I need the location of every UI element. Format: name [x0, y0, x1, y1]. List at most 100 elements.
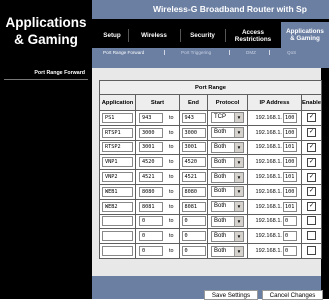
enable-cell: ✓ [300, 198, 323, 215]
start-port-input[interactable]: 4520 [139, 157, 163, 168]
application-name-input[interactable]: RTSP1 [102, 127, 133, 138]
enable-checkbox[interactable]: ✓ [307, 142, 316, 152]
end-port-input[interactable]: 8080 [181, 186, 206, 197]
start-port-input[interactable]: 4521 [139, 172, 163, 183]
application-name-input[interactable]: WEB2 [102, 201, 133, 212]
enable-checkbox[interactable]: ✓ [307, 172, 316, 182]
protocol-select[interactable]: Both ▼ [211, 141, 244, 153]
tab-applications-gaming[interactable]: Applications & Gaming [281, 22, 329, 48]
application-name-input[interactable] [102, 216, 133, 227]
ip-last-octet-input[interactable]: 101 [283, 142, 297, 153]
ip-last-octet-input[interactable]: 0 [283, 231, 297, 242]
protocol-value: TCP [214, 114, 226, 121]
subtab-separator [164, 50, 165, 55]
to-label: to [169, 218, 174, 225]
port-range-table: Port Range Application Start End Protoco… [98, 80, 323, 259]
application-name-input[interactable]: VNP1 [102, 157, 133, 168]
checkmark-icon: ✓ [308, 143, 315, 150]
protocol-select[interactable]: Both ▼ [211, 156, 244, 168]
to-label: to [169, 144, 174, 151]
start-port-input[interactable]: 943 [139, 112, 163, 123]
left-panel [0, 68, 92, 276]
protocol-select[interactable]: Both ▼ [211, 186, 244, 198]
protocol-select[interactable]: Both ▼ [211, 215, 244, 227]
ip-prefix: 192.168.1. [255, 159, 282, 166]
protocol-select[interactable]: Both ▼ [211, 245, 244, 257]
protocol-select[interactable]: TCP ▼ [211, 112, 244, 124]
column-header-enable: Enable [300, 94, 323, 111]
start-port-input[interactable]: 8080 [139, 186, 163, 197]
table-row: 0 to 0 Both ▼ 192.168.1. 0 [99, 228, 323, 245]
ip-last-octet-input[interactable]: 100 [283, 127, 297, 138]
ip-last-octet-input[interactable]: 0 [283, 246, 297, 257]
application-name-input[interactable]: WEB1 [102, 186, 133, 197]
enable-checkbox[interactable] [307, 245, 316, 255]
application-name-input[interactable] [102, 231, 133, 242]
checkmark-icon: ✓ [308, 173, 315, 180]
end-port-input[interactable]: 943 [181, 112, 206, 123]
ip-last-octet-input[interactable]: 101 [283, 201, 297, 212]
ip-address-cell: 192.168.1. 100 [247, 154, 302, 171]
end-port-input[interactable]: 4520 [181, 157, 206, 168]
application-name-input[interactable]: RTSP2 [102, 142, 133, 153]
enable-checkbox[interactable] [307, 230, 316, 240]
start-port-input[interactable]: 0 [139, 216, 163, 227]
end-port-input[interactable]: 3000 [181, 127, 206, 138]
ip-address-cell: 192.168.1. 0 [247, 228, 302, 245]
protocol-cell: TCP ▼ [207, 110, 248, 126]
protocol-cell: Both ▼ [207, 228, 248, 245]
enable-cell: ✓ [300, 183, 323, 200]
start-port-input[interactable]: 0 [139, 231, 163, 242]
chevron-down-icon: ▼ [234, 142, 243, 152]
protocol-select[interactable]: Both ▼ [211, 171, 244, 183]
subtab-qos[interactable]: QoS [287, 48, 296, 57]
ip-last-octet-input[interactable]: 100 [283, 157, 297, 168]
ip-last-octet-input[interactable]: 0 [283, 216, 297, 227]
protocol-cell: Both ▼ [207, 139, 248, 156]
ip-last-octet-input[interactable]: 100 [283, 186, 297, 197]
ip-last-octet-input[interactable]: 100 [283, 112, 297, 123]
tab-security[interactable]: Security [181, 23, 224, 48]
application-name-input[interactable] [102, 246, 133, 257]
application-cell [99, 213, 136, 230]
enable-checkbox[interactable]: ✓ [307, 113, 316, 123]
application-name-input[interactable]: VNP2 [102, 172, 133, 183]
enable-checkbox[interactable]: ✓ [307, 202, 316, 212]
to-label: to [169, 203, 174, 210]
start-port-input[interactable]: 3001 [139, 142, 163, 153]
checkmark-icon: ✓ [308, 203, 315, 210]
enable-checkbox[interactable] [307, 215, 316, 225]
subtab-port-triggering[interactable]: Port Triggering [181, 48, 211, 57]
enable-checkbox[interactable]: ✓ [307, 187, 316, 197]
end-port-input[interactable]: 0 [181, 216, 206, 227]
right-border [321, 68, 329, 299]
table-header-row: Application Start End Protocol IP Addres… [99, 94, 323, 111]
ip-prefix: 192.168.1. [255, 188, 282, 195]
subtab-dmz[interactable]: DMZ [246, 48, 256, 57]
end-port-input[interactable]: 3001 [181, 142, 206, 153]
end-port-input[interactable]: 0 [181, 246, 206, 257]
to-label: to [169, 174, 174, 181]
start-port-input[interactable]: 0 [139, 246, 163, 257]
protocol-cell: Both ▼ [207, 169, 248, 185]
enable-cell: ✓ [300, 154, 323, 171]
start-port-input[interactable]: 3000 [139, 127, 163, 138]
protocol-value: Both [214, 158, 227, 165]
tab-setup[interactable]: Setup [98, 23, 126, 48]
end-port-input[interactable]: 8081 [181, 201, 206, 212]
start-port-cell: 8081 to [135, 198, 180, 215]
protocol-select[interactable]: Both ▼ [211, 201, 244, 213]
end-port-input[interactable]: 4521 [181, 172, 206, 183]
enable-checkbox[interactable]: ✓ [307, 157, 316, 167]
tab-wireless[interactable]: Wireless [129, 23, 179, 48]
enable-checkbox[interactable]: ✓ [307, 128, 316, 138]
subtab-port-range-forward[interactable]: Port Range Forward [103, 48, 144, 57]
ip-last-octet-input[interactable]: 101 [283, 172, 297, 183]
tab-access-restrictions[interactable]: Access Restrictions [226, 23, 280, 48]
protocol-select[interactable]: Both ▼ [211, 127, 244, 139]
chevron-down-icon: ▼ [234, 246, 243, 256]
application-name-input[interactable]: PS1 [102, 112, 133, 123]
start-port-input[interactable]: 8081 [139, 201, 163, 212]
protocol-select[interactable]: Both ▼ [211, 230, 244, 242]
end-port-input[interactable]: 0 [181, 231, 206, 242]
